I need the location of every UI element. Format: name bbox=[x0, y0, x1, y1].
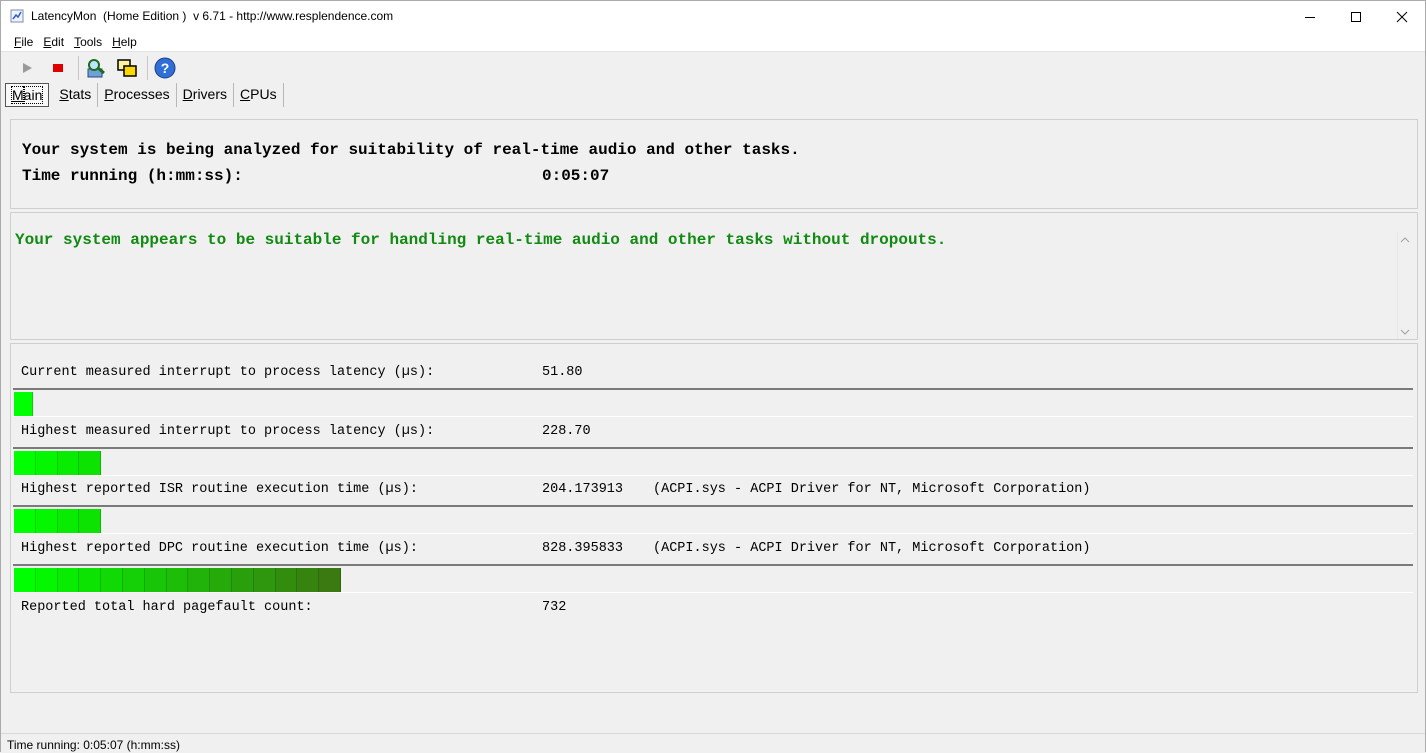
menu-file[interactable]: File bbox=[9, 35, 38, 49]
title-bar[interactable]: LatencyMon (Home Edition ) v 6.71 - http… bbox=[1, 1, 1425, 32]
bar-segment bbox=[253, 568, 276, 592]
analyze-icon bbox=[87, 59, 105, 78]
tab-cpus[interactable]: CPUs bbox=[234, 83, 284, 107]
metric-value: 51.80 bbox=[542, 365, 583, 380]
time-running-value: 0:05:07 bbox=[542, 167, 610, 185]
menu-tools[interactable]: Tools bbox=[69, 35, 107, 49]
toolbar-separator bbox=[78, 56, 79, 80]
window-title: LatencyMon (Home Edition ) v 6.71 - http… bbox=[31, 9, 394, 23]
scroll-down-icon[interactable] bbox=[1400, 327, 1410, 337]
bar-segment bbox=[144, 568, 167, 592]
menu-edit[interactable]: Edit bbox=[38, 35, 69, 49]
latency-bar bbox=[13, 564, 1413, 593]
scroll-up-icon[interactable] bbox=[1400, 235, 1410, 245]
tab-stats[interactable]: Stats bbox=[53, 83, 99, 107]
help-icon: ? bbox=[154, 57, 176, 79]
metric-label: Current measured interrupt to process la… bbox=[21, 365, 435, 380]
metric-label: Highest reported ISR routine execution t… bbox=[21, 482, 418, 497]
latencymon-window: LatencyMon (Home Edition ) v 6.71 - http… bbox=[0, 0, 1426, 753]
bar-segment bbox=[231, 568, 254, 592]
bar-segment bbox=[35, 509, 58, 533]
windows-icon bbox=[117, 59, 137, 77]
menu-help[interactable]: Help bbox=[107, 35, 142, 49]
latency-bar bbox=[13, 505, 1413, 534]
verdict-scrollbar[interactable] bbox=[1397, 231, 1411, 339]
bar-segment bbox=[14, 451, 36, 475]
metric-value: 204.173913 bbox=[542, 482, 624, 497]
metric-source: (ACPI.sys - ACPI Driver for NT, Microsof… bbox=[653, 482, 1091, 497]
play-icon bbox=[23, 63, 32, 73]
tab-processes[interactable]: Processes bbox=[98, 83, 177, 107]
analyze-button[interactable] bbox=[82, 55, 110, 81]
close-icon bbox=[1396, 11, 1408, 22]
bar-segment bbox=[57, 451, 80, 475]
tab-main[interactable]: Main bbox=[5, 83, 50, 107]
bar-segment bbox=[35, 451, 58, 475]
bar-segment bbox=[297, 568, 320, 592]
maximize-button[interactable] bbox=[1333, 1, 1379, 32]
menu-bar: File Edit Tools Help bbox=[1, 32, 1425, 52]
app-icon bbox=[10, 9, 24, 23]
metric-label: Highest reported DPC routine execution t… bbox=[21, 541, 418, 556]
tab-bar: Main Stats Processes Drivers CPUs bbox=[5, 83, 284, 109]
stop-button[interactable] bbox=[44, 55, 72, 81]
latency-bar bbox=[13, 388, 1413, 417]
metric-label: Reported total hard pagefault count: bbox=[21, 600, 313, 615]
bar-segment bbox=[57, 568, 80, 592]
bar-segment bbox=[188, 568, 211, 592]
metric-value: 228.70 bbox=[542, 424, 591, 439]
metric-label: Highest measured interrupt to process la… bbox=[21, 424, 435, 439]
status-text: Time running: 0:05:07 (h:mm:ss) bbox=[7, 738, 180, 752]
bar-segment bbox=[166, 568, 189, 592]
bar-segment bbox=[14, 568, 36, 592]
toolbar: ? bbox=[1, 53, 1425, 83]
start-button[interactable] bbox=[13, 55, 41, 81]
analysis-panel: Your system is being analyzed for suitab… bbox=[10, 119, 1418, 209]
bar-segment bbox=[210, 568, 232, 592]
bar-segment bbox=[79, 451, 102, 475]
minimize-button[interactable] bbox=[1287, 1, 1333, 32]
stop-icon bbox=[53, 64, 63, 72]
bar-segment bbox=[79, 568, 102, 592]
metric-value: 732 bbox=[542, 600, 567, 615]
latency-bar-fill bbox=[14, 509, 102, 533]
bar-segment bbox=[35, 568, 58, 592]
latency-bar-fill bbox=[14, 392, 33, 416]
bar-segment bbox=[14, 509, 36, 533]
bar-segment bbox=[79, 509, 102, 533]
bar-segment bbox=[319, 568, 341, 592]
tab-drivers[interactable]: Drivers bbox=[177, 83, 235, 107]
metrics-panel: Current measured interrupt to process la… bbox=[10, 343, 1418, 693]
bar-segment bbox=[57, 509, 80, 533]
bar-segment bbox=[101, 568, 123, 592]
metric-source: (ACPI.sys - ACPI Driver for NT, Microsof… bbox=[653, 541, 1091, 556]
close-button[interactable] bbox=[1379, 1, 1425, 32]
maximize-icon bbox=[1351, 11, 1361, 22]
bar-segment bbox=[275, 568, 298, 592]
latency-bar-fill bbox=[14, 451, 102, 475]
help-button[interactable]: ? bbox=[151, 55, 179, 81]
time-running-label: Time running (h:mm:ss): bbox=[22, 167, 243, 185]
analyzing-text: Your system is being analyzed for suitab… bbox=[22, 141, 800, 159]
bar-segment bbox=[14, 392, 33, 416]
toolbar-separator bbox=[147, 56, 148, 80]
svg-text:?: ? bbox=[161, 60, 170, 76]
windows-button[interactable] bbox=[113, 55, 141, 81]
verdict-text: Your system appears to be suitable for h… bbox=[15, 231, 947, 249]
latency-bar-fill bbox=[14, 568, 341, 592]
bar-segment bbox=[122, 568, 145, 592]
verdict-panel: Your system appears to be suitable for h… bbox=[10, 212, 1418, 340]
metric-value: 828.395833 bbox=[542, 541, 624, 556]
minimize-icon bbox=[1305, 16, 1315, 18]
status-bar: Time running: 0:05:07 (h:mm:ss) bbox=[1, 733, 1425, 753]
latency-bar bbox=[13, 447, 1413, 476]
